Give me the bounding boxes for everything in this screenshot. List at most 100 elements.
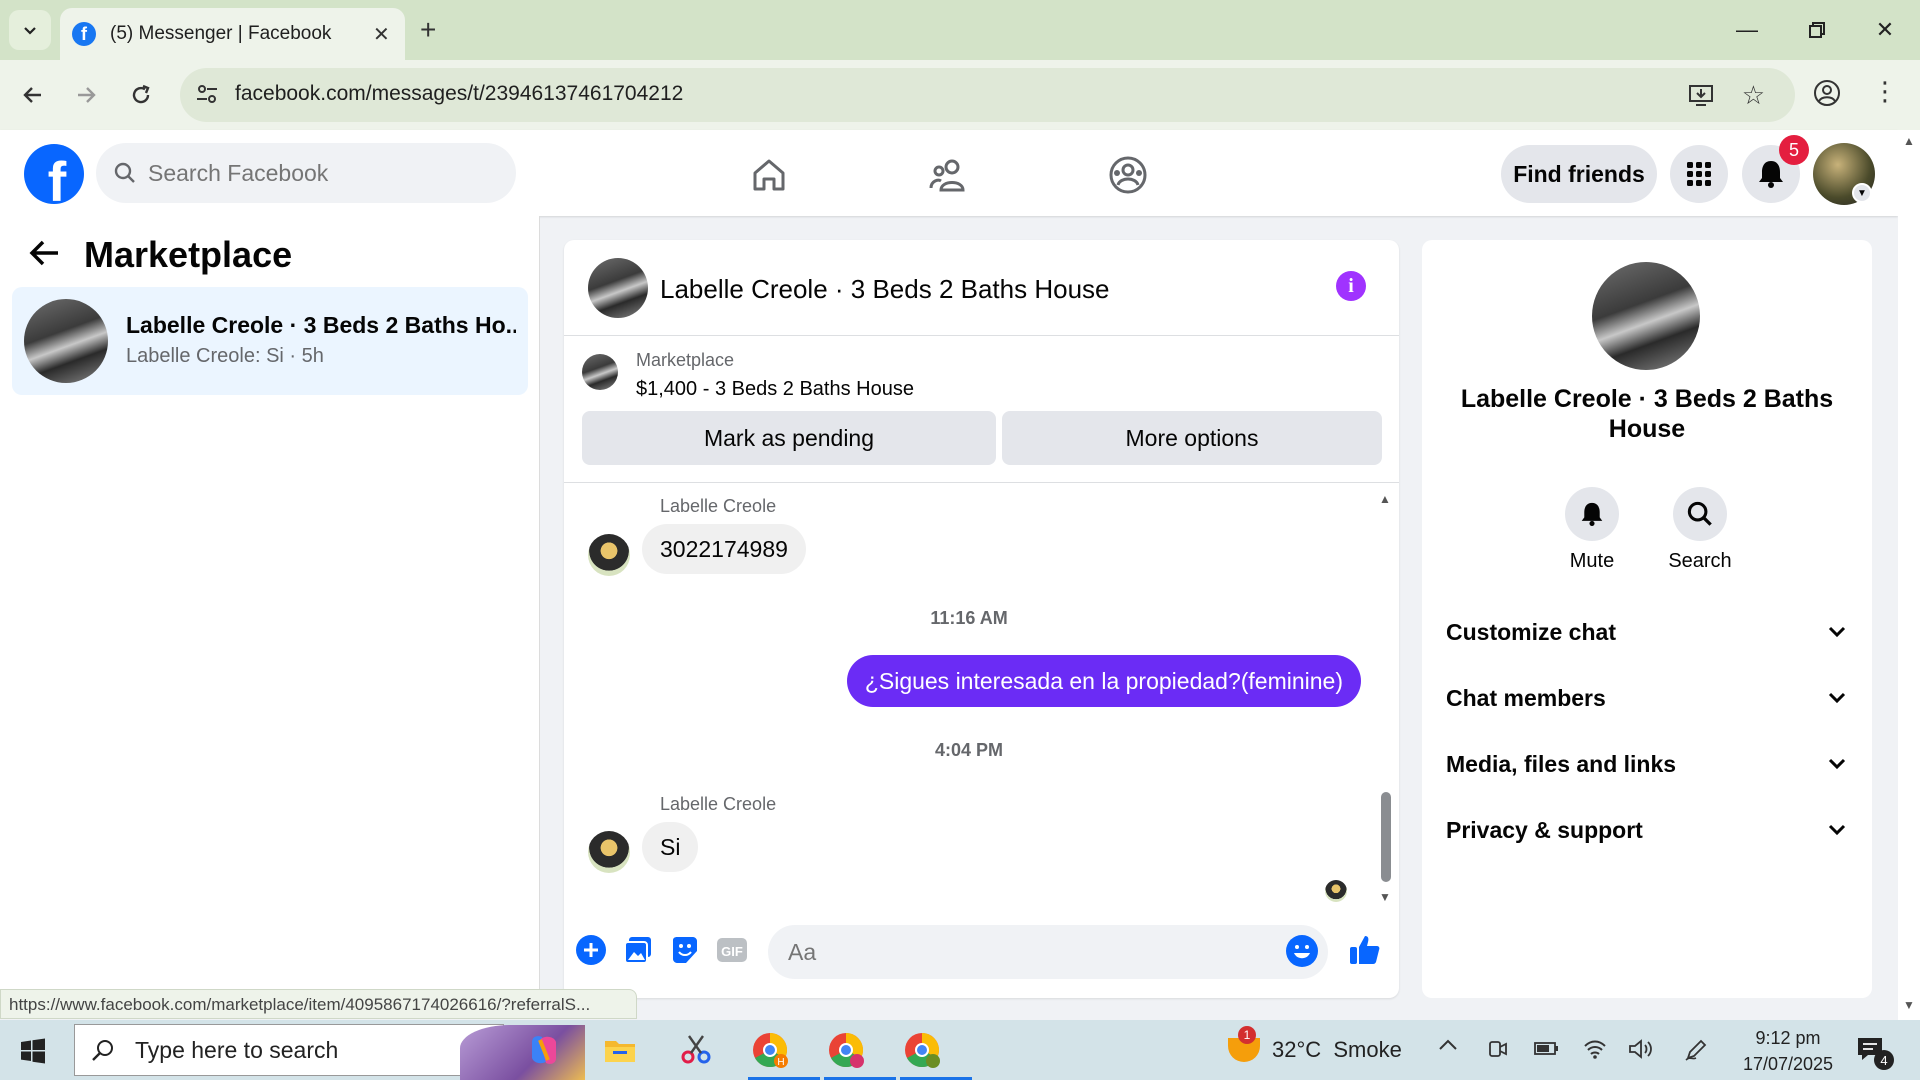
chrome-profile-h-icon[interactable]: H <box>746 1028 820 1080</box>
back-icon[interactable] <box>14 76 52 114</box>
facebook-search-box[interactable] <box>96 143 516 203</box>
facebook-logo-icon[interactable]: f <box>24 144 84 204</box>
message-timestamp: 4:04 PM <box>934 740 1004 760</box>
chat-scrollbar[interactable]: ▲ ▼ <box>1379 492 1393 910</box>
site-info-icon[interactable] <box>194 81 222 109</box>
find-friends-button[interactable]: Find friends <box>1501 145 1657 203</box>
chevron-down-icon <box>1828 692 1846 704</box>
address-bar[interactable]: facebook.com/messages/t/2394613746170421… <box>180 68 1795 122</box>
plus-circle-icon[interactable] <box>574 933 608 967</box>
message-composer[interactable] <box>768 925 1328 979</box>
incoming-message-bubble[interactable]: Si <box>642 822 699 872</box>
file-explorer-icon[interactable] <box>596 1028 644 1072</box>
page-title: Marketplace <box>84 234 293 275</box>
home-icon[interactable] <box>739 150 799 200</box>
reload-icon[interactable] <box>122 76 160 114</box>
show-hidden-icons-chevron-up-icon[interactable] <box>1438 1038 1458 1052</box>
chat-panel: Labelle Creole · 3 Beds 2 Baths House i … <box>564 240 1399 998</box>
weather-text: 32°C Smoke <box>1272 1037 1402 1062</box>
weather-alert-badge: 1 <box>1238 1026 1256 1044</box>
facebook-search-input[interactable] <box>148 159 488 187</box>
close-window-icon[interactable]: ✕ <box>1860 12 1910 48</box>
groups-icon[interactable] <box>1098 150 1158 200</box>
bookmark-star-icon[interactable]: ☆ <box>1742 80 1765 111</box>
wifi-icon[interactable] <box>1582 1038 1608 1060</box>
outgoing-message-bubble[interactable]: ¿Sigues interesada en la propiedad?(femi… <box>846 655 1361 707</box>
battery-icon[interactable] <box>1534 1038 1560 1058</box>
browser-tab-active[interactable]: f (5) Messenger | Facebook ✕ <box>60 8 405 60</box>
tab-close-icon[interactable]: ✕ <box>373 22 390 47</box>
listing-price-title[interactable]: $1,400 - 3 Beds 2 Baths House <box>636 378 914 401</box>
details-title: Labelle Creole · 3 Beds 2 Baths House <box>1460 385 1834 443</box>
thumbs-up-icon[interactable] <box>1348 933 1382 967</box>
system-clock[interactable]: 9:12 pm 17/07/2025 <box>1738 1025 1838 1077</box>
minimize-icon[interactable]: — <box>1722 12 1772 48</box>
tab-search-dropdown-icon[interactable] <box>9 10 51 50</box>
notification-center-count: 4 <box>1874 1050 1894 1070</box>
message-timestamp: 11:16 AM <box>930 608 1008 628</box>
url-text[interactable]: facebook.com/messages/t/2394613746170421… <box>235 82 683 106</box>
scroll-up-icon[interactable]: ▲ <box>1903 134 1915 148</box>
listing-avatar-large[interactable] <box>1592 262 1700 370</box>
menu-grid-icon[interactable] <box>1670 145 1728 203</box>
incoming-message-bubble[interactable]: 3022174989 <box>642 524 806 574</box>
section-label: Customize chat <box>1446 618 1616 645</box>
restore-icon[interactable] <box>1792 12 1842 48</box>
chat-details-panel: Labelle Creole · 3 Beds 2 Baths House Mu… <box>1422 240 1872 998</box>
chat-avatar[interactable] <box>588 258 648 318</box>
friends-icon[interactable] <box>918 150 978 200</box>
media-files-links-row[interactable]: Media, files and links <box>1446 744 1846 784</box>
scroll-up-icon[interactable]: ▲ <box>1379 492 1391 506</box>
new-tab-icon[interactable]: + <box>420 14 436 46</box>
photo-gallery-icon[interactable] <box>621 933 655 967</box>
listing-thumbnail-small[interactable] <box>582 354 618 390</box>
info-icon[interactable]: i <box>1336 271 1366 301</box>
search-icon[interactable] <box>1673 487 1727 541</box>
volume-icon[interactable] <box>1628 1038 1654 1060</box>
conversation-title: Labelle Creole · 3 Beds 2 Baths Ho... <box>126 312 516 338</box>
svg-text:H: H <box>777 1057 784 1068</box>
mark-as-pending-button[interactable]: Mark as pending <box>582 411 996 465</box>
scroll-down-icon[interactable]: ▼ <box>1379 890 1391 904</box>
taskbar-search-box[interactable]: Type here to search <box>74 1024 585 1080</box>
privacy-support-row[interactable]: Privacy & support <box>1446 810 1846 850</box>
chrome-menu-icon[interactable]: ⋮ <box>1872 76 1898 107</box>
chat-title[interactable]: Labelle Creole · 3 Beds 2 Baths House <box>660 274 1110 305</box>
search-label[interactable]: Search <box>1650 550 1750 573</box>
tab-strip: f (5) Messenger | Facebook ✕ + — ✕ <box>0 0 1920 60</box>
account-chevron-down-icon[interactable]: ▼ <box>1852 183 1872 203</box>
sender-avatar[interactable] <box>588 831 630 873</box>
chat-members-row[interactable]: Chat members <box>1446 678 1846 718</box>
sticker-icon[interactable] <box>668 933 702 967</box>
snipping-tool-icon[interactable] <box>672 1028 720 1072</box>
section-label: Chat members <box>1446 684 1606 711</box>
more-options-button[interactable]: More options <box>1002 411 1382 465</box>
back-arrow-icon[interactable] <box>28 238 60 268</box>
conversation-list-item[interactable]: Labelle Creole · 3 Beds 2 Baths Ho... La… <box>12 287 528 395</box>
windows-start-icon[interactable] <box>20 1038 46 1064</box>
mute-label[interactable]: Mute <box>1542 550 1642 573</box>
sender-avatar[interactable] <box>588 534 630 576</box>
chrome-profile-icon[interactable] <box>1812 78 1846 112</box>
conversation-snippet: Labelle Creole: Si · 5h <box>126 345 324 367</box>
pen-icon[interactable] <box>1684 1038 1708 1062</box>
chevron-down-icon <box>1828 626 1846 638</box>
page-scrollbar[interactable]: ▲ ▼ <box>1898 130 1920 1020</box>
scrollbar-thumb[interactable] <box>1381 792 1391 882</box>
facebook-header: f Find friends 5 ▼ <box>0 130 1898 216</box>
forward-icon[interactable] <box>67 76 105 114</box>
scroll-down-icon[interactable]: ▼ <box>1903 998 1915 1012</box>
mute-bell-icon[interactable] <box>1565 487 1619 541</box>
taskbar-search-placeholder: Type here to search <box>135 1036 339 1063</box>
copilot-icon[interactable] <box>520 1028 568 1072</box>
chrome-profile-3-icon[interactable] <box>898 1028 972 1080</box>
weather-widget[interactable]: 1 32°C Smoke <box>1228 1026 1408 1068</box>
message-input[interactable] <box>788 939 1268 966</box>
meet-now-icon[interactable] <box>1488 1038 1508 1060</box>
emoji-icon[interactable] <box>1286 935 1318 967</box>
customize-chat-row[interactable]: Customize chat <box>1446 612 1846 652</box>
gif-icon[interactable]: GIF <box>715 933 749 967</box>
chrome-profile-2-icon[interactable] <box>822 1028 896 1080</box>
chevron-down-icon <box>1828 824 1846 836</box>
install-app-icon[interactable] <box>1687 81 1715 109</box>
